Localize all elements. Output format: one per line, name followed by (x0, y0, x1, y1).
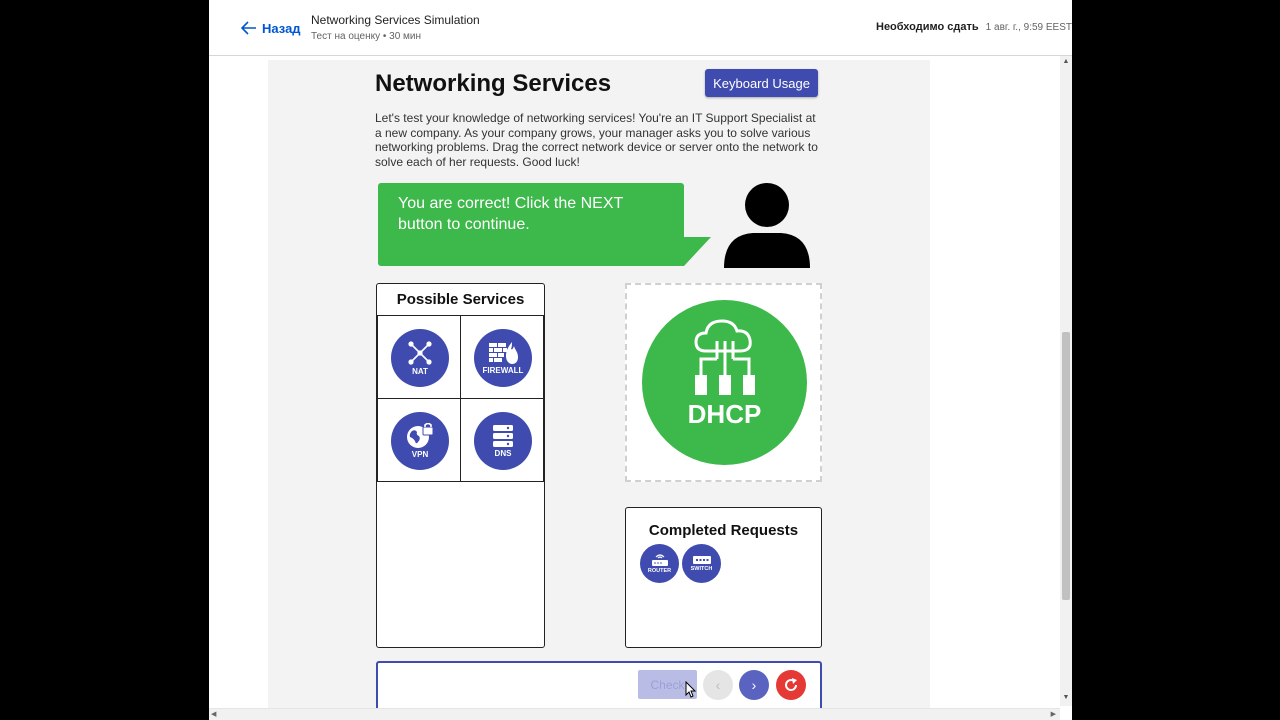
firewall-icon (489, 342, 518, 364)
due-date: 1 авг. г., 9:59 EEST (985, 22, 1072, 33)
arrow-left-icon (241, 21, 256, 35)
keyboard-usage-button[interactable]: Keyboard Usage (705, 69, 818, 97)
completed-requests-panel: Completed Requests ROUTER SWITCH (625, 507, 822, 648)
top-header: Назад Networking Services Simulation Тес… (209, 0, 1072, 56)
service-tile-firewall[interactable]: FIREWALL (460, 315, 544, 399)
service-badge: DNS (474, 412, 532, 470)
next-button[interactable]: › (739, 670, 769, 700)
service-tile-vpn[interactable]: VPN (377, 398, 461, 482)
service-badge: VPN (391, 412, 449, 470)
simulation-frame: Networking Services Keyboard Usage Let's… (268, 60, 930, 720)
course-title: Networking Services Simulation (311, 13, 480, 27)
course-subtitle: Тест на оценку • 30 мин (311, 31, 422, 42)
dns-icon (493, 425, 513, 447)
completed-router-badge: ROUTER (640, 544, 679, 583)
dhcp-icon (694, 319, 755, 395)
possible-services-title: Possible Services (396, 291, 525, 308)
bubble-tail (678, 237, 711, 266)
reset-button[interactable] (776, 670, 806, 700)
horizontal-scrollbar[interactable]: ◀ ▶ (209, 708, 1060, 720)
vpn-icon (407, 423, 434, 448)
chevron-right-icon: › (751, 677, 757, 693)
completed-label: SWITCH (690, 566, 713, 572)
scroll-down-icon[interactable]: ▼ (1062, 694, 1070, 702)
vertical-scrollbar[interactable] (1060, 56, 1072, 706)
due-info: Необходимо сдать 1 авг. г., 9:59 EEST (876, 21, 1072, 33)
service-tile-dns[interactable]: DNS (460, 398, 544, 482)
scroll-left-icon[interactable]: ◀ (211, 710, 216, 718)
feedback-bubble: You are correct! Click the NEXT button t… (378, 183, 684, 266)
refresh-icon (785, 678, 798, 691)
navigation-bar: Check ‹ › (376, 661, 822, 711)
dhcp-server-badge[interactable]: DHCP (642, 300, 807, 465)
service-badge: NAT (391, 329, 449, 387)
service-label: DNS (494, 449, 512, 458)
dhcp-label: DHCP (687, 399, 762, 429)
scroll-right-icon[interactable]: ▶ (1051, 710, 1056, 718)
switch-icon (692, 556, 711, 564)
scrollbar-thumb[interactable] (1062, 332, 1070, 600)
router-icon (651, 554, 668, 566)
browser-viewport: Назад Networking Services Simulation Тес… (209, 0, 1072, 720)
completed-label: ROUTER (647, 568, 672, 574)
intro-text: Let's test your knowledge of networking … (375, 111, 818, 169)
due-label: Необходимо сдать (876, 21, 979, 33)
previous-button[interactable]: ‹ (703, 670, 733, 700)
back-label: Назад (262, 20, 301, 36)
chevron-left-icon: ‹ (715, 677, 721, 693)
manager-avatar-icon (724, 183, 810, 268)
service-label: NAT (412, 367, 428, 376)
completed-requests-title: Completed Requests (648, 522, 799, 539)
service-label: VPN (411, 450, 429, 459)
scroll-up-icon[interactable]: ▲ (1062, 58, 1070, 66)
mouse-cursor-icon (685, 681, 697, 698)
completed-switch-badge: SWITCH (682, 544, 721, 583)
feedback-text: You are correct! Click the NEXT button t… (398, 195, 623, 233)
nat-icon (408, 341, 432, 365)
service-label: FIREWALL (482, 366, 524, 375)
service-tile-nat[interactable]: NAT (377, 315, 461, 399)
service-badge: FIREWALL (474, 329, 532, 387)
simulation-title: Networking Services (375, 70, 612, 97)
back-link[interactable]: Назад (241, 18, 301, 38)
network-drop-zone[interactable]: DHCP (625, 283, 822, 482)
possible-services-panel: Possible Services NAT FIREWALL VPN DNS (376, 283, 545, 648)
